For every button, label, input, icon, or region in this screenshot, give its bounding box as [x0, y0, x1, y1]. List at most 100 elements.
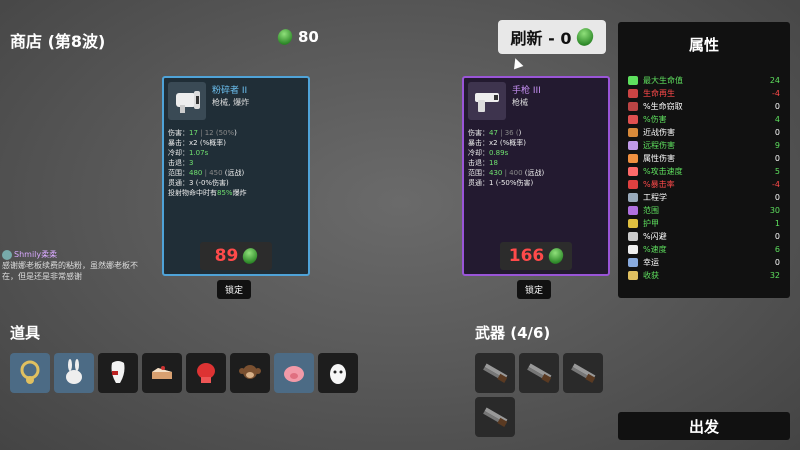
stat-line: 伤害：47 | 36 ()	[468, 129, 522, 137]
grenade-launcher-icon	[176, 91, 200, 113]
attribute-label: 范围	[643, 206, 659, 215]
attribute-icon	[628, 206, 638, 215]
pistol-icon	[475, 93, 499, 112]
stat-line: 伤害：17 | 12 (50%)	[168, 129, 237, 137]
attribute-row: %攻击速度 5	[628, 165, 780, 178]
buy-button[interactable]: 89	[200, 242, 272, 270]
attribute-value: 24	[769, 76, 780, 85]
weapon-tags: 枪械, 爆炸	[212, 98, 250, 107]
weapon-slot[interactable]	[563, 353, 603, 393]
stat-line: 暴击：x2 (%概率)	[468, 139, 526, 147]
attribute-icon	[628, 115, 638, 124]
reroll-button[interactable]: 刷新 - 0	[498, 20, 606, 54]
attribute-icon	[628, 89, 638, 98]
stat-line: 范围：430 | 400 (远战)	[468, 169, 545, 177]
shop-card-pistol[interactable]: 手枪 III 枪械 伤害：47 | 36 () 暴击：x2 (%概率) 冷却：0…	[462, 76, 610, 276]
item-slot[interactable]	[318, 353, 358, 393]
weapon-slot[interactable]	[519, 353, 559, 393]
attribute-row: %速度 6	[628, 243, 780, 256]
weapon-icon-box	[168, 82, 206, 120]
shop-card-smasher[interactable]: 粉碎者 II 枪械, 爆炸 伤害：17 | 12 (50%) 暴击：x2 (%概…	[162, 76, 310, 276]
attribute-icon	[628, 102, 638, 111]
attribute-label: %生命窃取	[643, 102, 683, 111]
attribute-row: %暴击率 -4	[628, 178, 780, 191]
item-slot[interactable]	[274, 353, 314, 393]
attribute-icon	[628, 180, 638, 189]
item-slot[interactable]	[142, 353, 182, 393]
chat-username: Shmily柔柔	[14, 250, 58, 259]
item-slot[interactable]	[98, 353, 138, 393]
attribute-icon	[628, 232, 638, 241]
weapon-stats: 伤害：47 | 36 () 暴击：x2 (%概率) 冷却：0.89s 击退：18…	[468, 128, 544, 188]
pig-icon	[284, 366, 304, 382]
attribute-label: 属性伤害	[643, 154, 675, 163]
attribute-value: 5	[774, 167, 780, 176]
shotgun-icon	[483, 407, 508, 427]
chat-text: 感谢娜老板续费的粘粉，虽然娜老板不在，但是还是非常感谢	[2, 261, 138, 281]
attribute-value: 0	[774, 193, 780, 202]
attribute-row: 生命再生 -4	[628, 87, 780, 100]
attribute-row: 属性伤害 0	[628, 152, 780, 165]
stream-chat-message: Shmily柔柔 感谢娜老板续费的粘粉，虽然娜老板不在，但是还是非常感谢	[2, 249, 152, 282]
attribute-label: %伤害	[643, 115, 667, 124]
attribute-value: -4	[772, 89, 780, 98]
item-slot[interactable]	[10, 353, 50, 393]
attribute-value: 4	[774, 115, 780, 124]
buy-button[interactable]: 166	[500, 242, 572, 270]
price-value: 166	[508, 246, 545, 266]
attribute-row: 范围 30	[628, 204, 780, 217]
item-slot[interactable]	[186, 353, 226, 393]
weapon-stats: 伤害：17 | 12 (50%) 暴击：x2 (%概率) 冷却：1.07s 击退…	[168, 128, 247, 198]
attribute-value: 0	[774, 154, 780, 163]
items-title: 道具	[10, 324, 41, 342]
weapon-slot[interactable]	[475, 353, 515, 393]
lock-button-pistol[interactable]: 锁定	[517, 280, 551, 299]
attribute-label: 生命再生	[643, 89, 675, 98]
attribute-value: 30	[769, 206, 780, 215]
attribute-icon	[628, 128, 638, 137]
attribute-value: 0	[774, 258, 780, 267]
user-avatar	[2, 249, 12, 260]
stat-line: 冷却：0.89s	[468, 149, 509, 157]
attribute-label: 最大生命值	[643, 76, 683, 85]
attribute-row: 远程伤害 9	[628, 139, 780, 152]
stat-line: 击退：18	[468, 159, 498, 167]
tooth-icon	[111, 361, 125, 383]
attribute-label: 近战伤害	[643, 128, 675, 137]
attribute-value: 0	[774, 102, 780, 111]
material-gem-icon	[546, 245, 566, 267]
stat-line: 贯通：1 (-50%伤害)	[468, 179, 534, 187]
weapon-slot[interactable]	[475, 397, 515, 437]
item-slot[interactable]	[54, 353, 94, 393]
attribute-row: 护甲 1	[628, 217, 780, 230]
stat-line: 击退：3	[168, 159, 194, 167]
depart-button[interactable]: 出发	[618, 412, 790, 440]
attribute-icon	[628, 271, 638, 280]
boxing-glove-icon	[197, 363, 215, 383]
shop-title: 商店 (第8波)	[10, 32, 106, 51]
material-gem-icon	[574, 25, 597, 49]
price-value: 89	[214, 246, 239, 266]
attribute-row: 近战伤害 0	[628, 126, 780, 139]
attribute-value: -4	[772, 180, 780, 189]
stat-line: 范围：480 | 450 (远战)	[168, 169, 245, 177]
attribute-icon	[628, 245, 638, 254]
shotgun-icon	[483, 363, 508, 383]
attribute-icon	[628, 154, 638, 163]
lock-button-smasher[interactable]: 锁定	[217, 280, 251, 299]
mouse-cursor-icon	[510, 56, 524, 70]
weapon-name: 粉碎者 II	[212, 86, 248, 96]
attribute-label: 工程学	[643, 193, 667, 202]
attribute-label: %速度	[643, 245, 667, 254]
necklace-icon	[20, 360, 40, 384]
attribute-icon	[628, 193, 638, 202]
item-slot[interactable]	[230, 353, 270, 393]
attribute-label: %暴击率	[643, 180, 675, 189]
attribute-value: 32	[769, 271, 780, 280]
stat-line: 暴击：x2 (%概率)	[168, 139, 226, 147]
attributes-title: 属性	[688, 36, 719, 54]
cake-icon	[152, 366, 172, 379]
special-effect: 投射物命中时有85%爆炸	[168, 189, 247, 197]
shotgun-icon	[527, 363, 552, 383]
reroll-label: 刷新 - 0	[510, 29, 572, 48]
